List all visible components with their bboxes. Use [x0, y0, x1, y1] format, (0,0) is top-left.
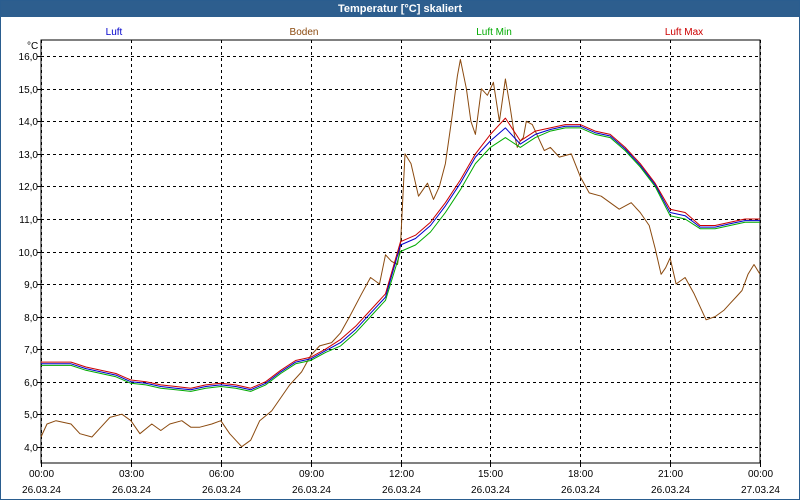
x-tick-time-label: 00:00	[29, 469, 54, 480]
x-tick-date-label: 26.03.24	[22, 485, 61, 496]
x-tick-date-label: 26.03.24	[561, 485, 600, 496]
y-tick-label: 5,0	[24, 410, 38, 421]
x-tick-date-label: 26.03.24	[471, 485, 510, 496]
y-tick-label: 12,0	[19, 182, 39, 193]
y-tick-label: 9,0	[24, 280, 38, 291]
legend-item-luft-max: Luft Max	[665, 27, 703, 38]
y-tick-label: 14,0	[19, 117, 39, 128]
y-tick-label: 11,0	[19, 215, 38, 226]
y-tick-label: 15,0	[19, 85, 39, 96]
x-tick-date-label: 26.03.24	[202, 485, 241, 496]
temperature-chart: 4,0 5,0 6,0 7,0 8,0 9,0 10,0 11,0 12,0 13,0 14,0 15…	[19, 27, 781, 496]
x-tick-time-label: 09:00	[299, 469, 324, 480]
y-tick-label: 8,0	[24, 313, 38, 324]
chart-title: Temperatur [°C] skaliert	[1, 1, 799, 17]
chart-window: Temperatur [°C] skaliert 4,0 5,0 6,0 7,0 8,0…	[0, 0, 800, 500]
y-tick-label: 13,0	[19, 150, 39, 161]
y-tick-label: 10,0	[19, 248, 39, 259]
y-tick-label: 16,0	[19, 52, 39, 63]
x-tick-time-label: 06:00	[209, 469, 234, 480]
y-axis-unit: °C	[27, 41, 38, 52]
x-tick-date-label: 26.03.24	[382, 485, 421, 496]
x-tick-time-label: 12:00	[389, 469, 414, 480]
x-tick-time-label: 00:00	[748, 469, 773, 480]
y-tick-label: 6,0	[24, 378, 38, 389]
x-tick-time-label: 21:00	[658, 469, 683, 480]
legend-item-boden: Boden	[290, 27, 319, 38]
x-tick-time-label: 15:00	[478, 469, 503, 480]
x-tick-time-label: 18:00	[568, 469, 593, 480]
x-tick-time-label: 03:00	[119, 469, 144, 480]
y-tick-label: 4,0	[24, 443, 38, 454]
x-tick-date-label: 26.03.24	[292, 485, 331, 496]
x-tick-date-label: 26.03.24	[651, 485, 690, 496]
x-tick-date-label: 26.03.24	[112, 485, 151, 496]
legend-item-luft: Luft	[106, 27, 123, 38]
legend-item-luft-min: Luft Min	[476, 27, 512, 38]
y-tick-label: 7,0	[24, 345, 38, 356]
x-tick-date-label: 27.03.24	[741, 485, 780, 496]
